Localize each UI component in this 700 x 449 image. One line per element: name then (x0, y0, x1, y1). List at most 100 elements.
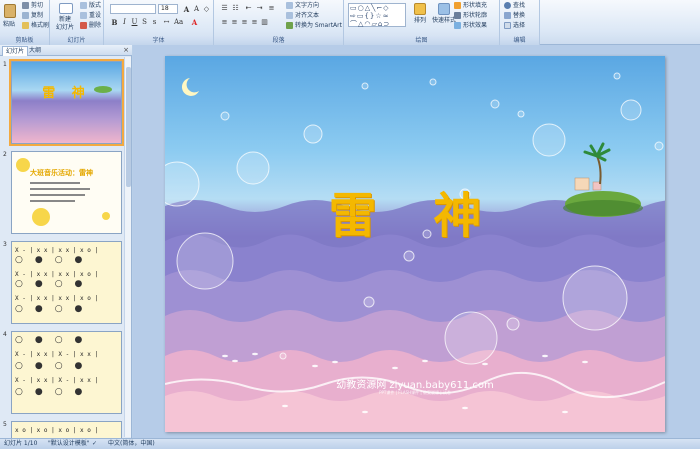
spellcheck-icon[interactable]: ✓ (92, 439, 97, 449)
copy-button[interactable]: 复制 (22, 12, 43, 20)
flower-icon (32, 208, 50, 226)
replace-button[interactable]: 替换 (504, 12, 525, 20)
font-size-combo[interactable]: 18 (158, 4, 178, 14)
slide-thumbnail-4[interactable]: ○●○● X - | x x | X - | x x | ○●○● X - | … (11, 331, 122, 414)
bold-icon[interactable]: B (110, 18, 119, 27)
panel-tabs: 幻灯片 大纲 × (0, 45, 132, 56)
spacing-icon[interactable]: ↔ (162, 18, 171, 27)
align-text-icon (286, 12, 293, 19)
font-color-icon[interactable]: A (190, 18, 199, 27)
format-painter-label: 格式刷 (31, 22, 50, 29)
thumb-title: 大班音乐活动：雷神 (30, 169, 93, 177)
text-line (30, 188, 90, 190)
group-title: 绘图 (344, 36, 499, 45)
arrange-button[interactable]: 排列 (414, 17, 426, 25)
shape-outline-label: 形状轮廓 (463, 12, 488, 19)
brush-icon (22, 22, 29, 29)
align-text-button[interactable]: 对齐文本 (286, 12, 319, 20)
reset-label: 重设 (89, 12, 102, 19)
shapes-gallery[interactable]: ▭○△╲⌐◇ ⇨▭{}☆≈ ⌒△◠▱⌂⊃ (348, 3, 406, 28)
cut-button[interactable]: 剪切 (22, 2, 43, 10)
language-status[interactable]: 中文(简体，中国) (108, 439, 155, 449)
binoculars-icon (504, 2, 511, 9)
delete-button[interactable]: 删除 (80, 22, 101, 30)
shape-fill-button[interactable]: 形状填充 (454, 2, 487, 10)
rhythm-row: x o | x o | x o | x o | (15, 427, 99, 434)
line-spacing-icon[interactable]: ≡ (267, 4, 276, 13)
new-slide-button[interactable]: 幻灯片 (56, 24, 74, 32)
slide-thumbnail-3[interactable]: X - | x x | x x | x o | ○●○● X - | x x |… (11, 241, 122, 324)
rhythm-row: X - | x x | x x | x o | (15, 271, 99, 278)
tab-outline[interactable]: 大纲 (26, 46, 44, 56)
align-center-icon[interactable]: ≡ (230, 18, 239, 27)
align-left-icon[interactable]: ≡ (220, 18, 229, 27)
dot-icon (102, 212, 110, 220)
font-group: 18 A A ◇ B I U S s ↔ Aa A 字体 (104, 0, 214, 45)
thumb-number: 5 (3, 421, 7, 428)
shrink-font-icon[interactable]: A (192, 5, 201, 14)
change-case-icon[interactable]: Aa (174, 18, 183, 27)
numbering-icon[interactable]: ☷ (231, 4, 240, 13)
justify-icon[interactable]: ≡ (250, 18, 259, 27)
slides-group: 新建 幻灯片 版式 重设 删除 幻灯片 (50, 0, 104, 45)
group-title: 剪贴板 (0, 36, 49, 45)
delete-icon (80, 22, 87, 29)
shadow-icon[interactable]: s (150, 18, 159, 27)
tab-slides[interactable]: 幻灯片 (2, 46, 29, 56)
find-button[interactable]: 查找 (504, 2, 525, 10)
vertical-scrollbar[interactable] (124, 57, 131, 437)
select-button[interactable]: 选择 (504, 22, 525, 30)
font-name-combo[interactable] (110, 4, 156, 14)
drum-icon-row: ○●○● (15, 255, 95, 265)
smartart-button[interactable]: 转换为 SmartArt (286, 22, 342, 30)
rhythm-row: X - | x x | x x | x o | (15, 295, 99, 302)
slide-title[interactable]: 雷 神 (165, 176, 665, 246)
flower-icon (16, 158, 30, 172)
align-text-label: 对齐文本 (295, 12, 320, 19)
slide-editing-area: 雷 神 幼教资源网 ziyuan.baby611.com PPT课件 | FLA… (133, 45, 700, 438)
shape-outline-button[interactable]: 形状轮廓 (454, 12, 487, 20)
group-title: 字体 (104, 36, 213, 45)
text-direction-button[interactable]: 文字方向 (286, 2, 319, 10)
scissors-icon (22, 2, 29, 9)
layout-button[interactable]: 版式 (80, 2, 101, 10)
smartart-icon (286, 22, 293, 29)
close-icon[interactable]: × (123, 46, 129, 54)
copy-label: 复制 (31, 12, 44, 19)
rhythm-row: X - | x x | x x | x o | (15, 247, 99, 254)
effects-icon (454, 22, 461, 29)
underline-icon[interactable]: U (130, 18, 139, 27)
find-label: 查找 (513, 2, 526, 9)
replace-label: 替换 (513, 12, 526, 19)
quick-styles-button[interactable]: 快速样式 (432, 17, 456, 25)
italic-icon[interactable]: I (120, 18, 129, 27)
ribbon: 粘贴 剪切 复制 格式刷 剪贴板 新建 幻灯片 版式 重设 删除 幻灯片 18 … (0, 0, 700, 45)
clipboard-group: 粘贴 剪切 复制 格式刷 剪贴板 (0, 0, 50, 45)
island-icon (94, 86, 112, 93)
slide-canvas[interactable]: 雷 神 幼教资源网 ziyuan.baby611.com PPT课件 | FLA… (165, 56, 665, 432)
drum-icon-row: ○●○● (15, 279, 95, 289)
slide-count: 幻灯片 1/10 (4, 440, 38, 447)
columns-icon[interactable]: ▥ (260, 18, 269, 27)
decrease-indent-icon[interactable]: ⇤ (244, 4, 253, 13)
fill-icon (454, 2, 461, 9)
increase-indent-icon[interactable]: ⇥ (255, 4, 264, 13)
paste-button[interactable]: 粘贴 (3, 21, 15, 29)
slide-thumbnail-1[interactable]: 雷 神 (9, 59, 124, 146)
bullets-icon[interactable]: ☰ (220, 4, 229, 13)
shape-effects-button[interactable]: 形状效果 (454, 22, 487, 30)
format-painter-button[interactable]: 格式刷 (22, 22, 49, 30)
paragraph-group: ☰ ☷ ⇤ ⇥ ≡ ≡ ≡ ≡ ≡ ▥ 文字方向 对齐文本 转换为 SmartA… (214, 0, 344, 45)
grow-font-icon[interactable]: A (182, 5, 191, 14)
slide-thumbnail-2[interactable]: 大班音乐活动：雷神 (11, 151, 122, 234)
drum-icon-row: ○●○● (15, 387, 95, 397)
watermark-subtext: PPT课件 | FLASH课件 | 教案说课 | 试卷 (379, 390, 451, 395)
clear-format-icon[interactable]: ◇ (202, 5, 211, 14)
reset-button[interactable]: 重设 (80, 12, 101, 20)
new-slide-label-1[interactable]: 新建 (59, 16, 71, 24)
align-right-icon[interactable]: ≡ (240, 18, 249, 27)
text-direction-label: 文字方向 (295, 2, 320, 9)
strikethrough-icon[interactable]: S (140, 18, 149, 27)
group-title: 段落 (214, 36, 343, 45)
scrollbar-thumb[interactable] (126, 67, 131, 187)
